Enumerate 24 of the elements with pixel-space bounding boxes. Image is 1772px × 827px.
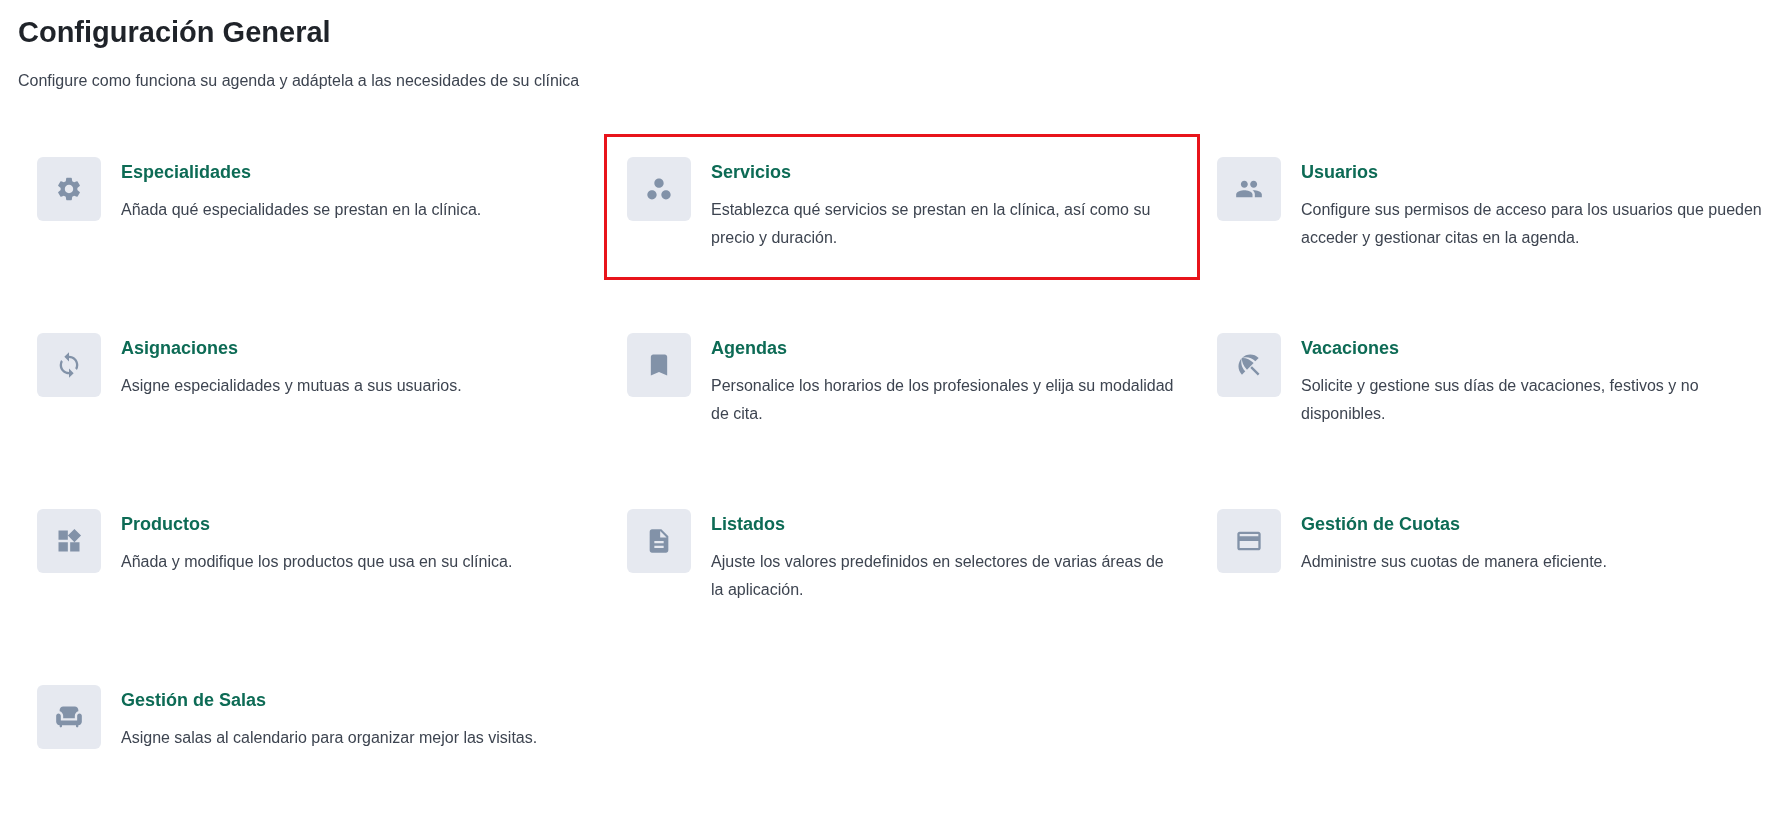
card-description: Asigne salas al calendario para organizar mejor las visitas. — [121, 727, 538, 748]
card-description: Administre sus cuotas de manera eficiente. — [1301, 551, 1607, 572]
card-title[interactable]: Servicios — [711, 159, 792, 184]
card-description: Añada qué especialidades se prestan en la clínica. — [121, 199, 482, 220]
card-title[interactable]: Agendas — [711, 335, 788, 360]
card-title[interactable]: Gestión de Cuotas — [1301, 511, 1461, 536]
card-title[interactable]: Vacaciones — [1301, 335, 1400, 360]
card-description: Establezca qué servicios se prestan en la clínica, así como su precio y duración. — [711, 199, 1152, 248]
card-description: Asigne especialidades y mutuas a sus usuarios. — [121, 375, 462, 396]
card-title[interactable]: Usuarios — [1301, 159, 1379, 184]
card-title[interactable]: Asignaciones — [121, 335, 239, 360]
card-description: Configure sus permisos de acceso para los usuarios que pueden acceder y gestionar citas en la agenda. — [1301, 199, 1763, 248]
settings-card[interactable]: Gestión de Salas Asigne salas al calendario para organizar mejor las visitas. — [14, 661, 610, 808]
highlighted-settings-card[interactable]: Servicios Establezca qué servicios se prestan en la clínica, así como su precio y duración. — [604, 133, 1200, 280]
card-description: Ajuste los valores predefinidos en selectores de varias áreas de la aplicación. — [711, 551, 1165, 600]
page-subtitle: Configure como funciona su agenda y adáptela a las necesidades de su clínica — [18, 71, 581, 90]
card-title[interactable]: Productos — [121, 511, 210, 536]
card-description: Solicite y gestione sus días de vacaciones, festivos y no disponibles. — [1301, 375, 1700, 424]
page-title: Configuración General — [18, 15, 332, 50]
card-description: Añada y modifique los productos que usa en su clínica. — [121, 551, 513, 572]
card-title[interactable]: Gestión de Salas — [121, 687, 267, 712]
card-description: Personalice los horarios de los profesionales y elija su modalidad de cita. — [711, 375, 1175, 424]
card-title[interactable]: Especialidades — [121, 159, 252, 184]
card-title[interactable]: Listados — [711, 511, 785, 536]
